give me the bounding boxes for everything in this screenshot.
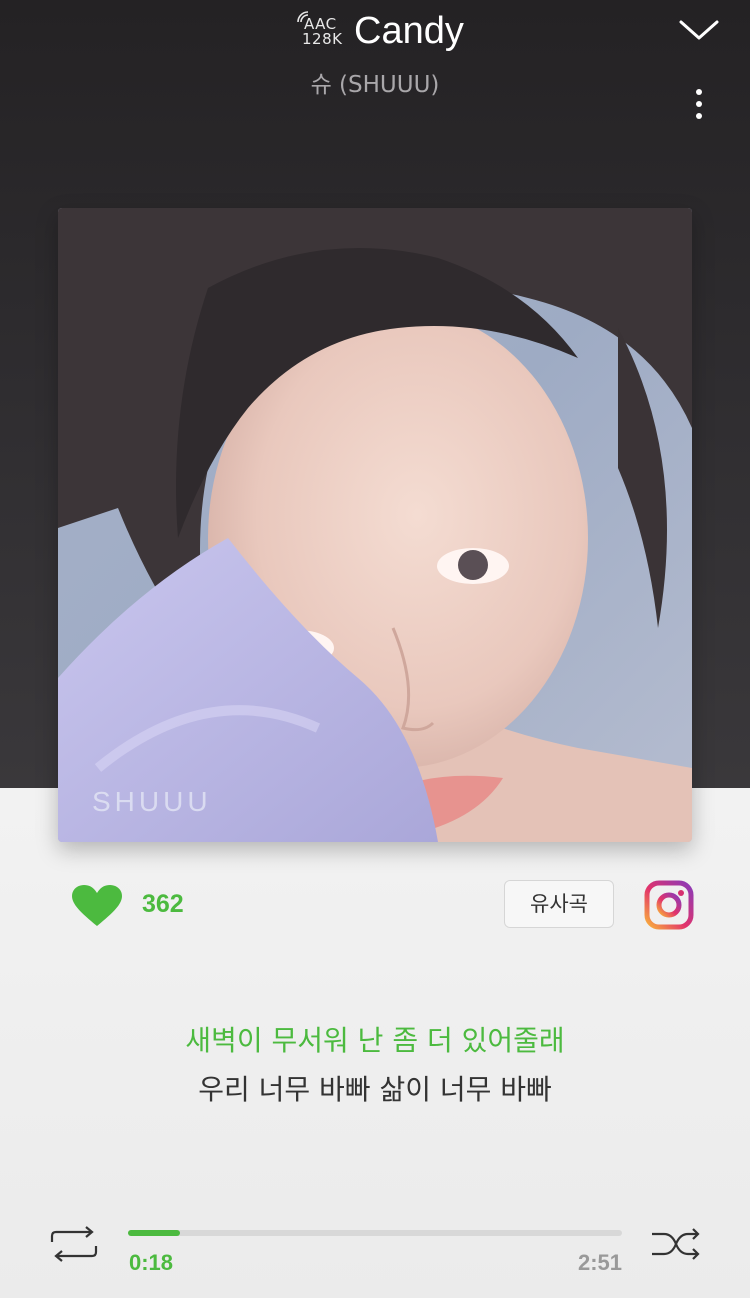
progress-fill — [128, 1230, 180, 1236]
shuffle-icon[interactable] — [650, 1226, 702, 1262]
lyric-current-line[interactable]: 새벽이 무서워 난 좀 더 있어줄래 — [0, 1022, 750, 1060]
audio-quality-badge: AAC 128K — [296, 10, 346, 50]
artist-name[interactable]: 슈 (SHUUU) — [0, 70, 750, 100]
like-count: 362 — [142, 890, 184, 918]
elapsed-time: 0:18 — [129, 1250, 174, 1275]
album-watermark-text: SHUUU — [92, 786, 212, 817]
similar-songs-button[interactable]: 유사곡 — [504, 880, 614, 928]
lyric-next-line[interactable]: 우리 너무 바빠 삶이 너무 바빠 — [0, 1071, 750, 1109]
progress-bar[interactable] — [128, 1230, 622, 1236]
song-title: Candy — [354, 10, 464, 52]
more-vertical-icon[interactable] — [690, 88, 708, 122]
repeat-icon[interactable] — [48, 1226, 100, 1262]
heart-icon[interactable] — [70, 884, 124, 928]
album-cover[interactable] — [58, 208, 692, 842]
total-time: 2:51 — [577, 1250, 622, 1275]
quality-bitrate: 128K — [302, 30, 343, 48]
album-artwork-image — [58, 208, 692, 842]
chevron-down-icon[interactable] — [678, 18, 720, 42]
instagram-icon[interactable] — [644, 880, 694, 930]
